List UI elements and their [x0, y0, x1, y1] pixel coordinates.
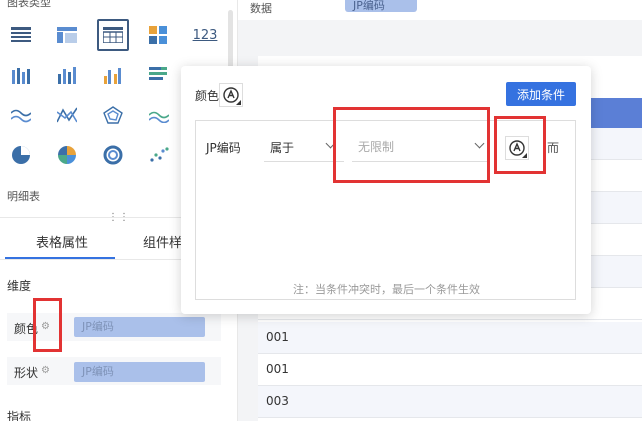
gear-icon[interactable]: ⚙	[41, 365, 50, 376]
data-label: 数据	[250, 2, 272, 15]
color-field-pill[interactable]: JP编码	[74, 317, 205, 337]
chart-types-title: 图表类型	[7, 0, 51, 9]
table-row: 003	[258, 386, 642, 418]
popup-color-label: 颜色	[195, 89, 220, 103]
kpi-card-icon[interactable]	[144, 20, 174, 50]
cross-table-icon[interactable]	[52, 20, 82, 50]
condition-note: 注：当条件冲突时，最后一个条件生效	[293, 283, 480, 296]
add-condition-button[interactable]: 添加条件	[506, 82, 576, 106]
delete-condition-icon[interactable]: 而	[547, 139, 559, 156]
stacked-bar-icon[interactable]	[144, 60, 174, 90]
color-picker-button[interactable]	[219, 83, 243, 107]
number-icon[interactable]: 123	[190, 20, 220, 50]
multi-line-icon[interactable]	[52, 100, 82, 130]
active-tab-indicator	[5, 257, 115, 259]
shape-field-pill[interactable]: JP编码	[74, 362, 205, 382]
rose-chart-icon[interactable]	[52, 140, 82, 170]
highlight-box-color	[494, 116, 546, 174]
radar-icon[interactable]	[98, 100, 128, 130]
table-row: 001	[258, 322, 642, 354]
condition-field-label: JP编码	[206, 141, 241, 155]
highlight-box-value	[333, 107, 490, 183]
dimension-title: 维度	[7, 279, 32, 293]
scatter-icon[interactable]	[144, 140, 174, 170]
detail-table-icon[interactable]	[97, 19, 129, 51]
column-chart-icon[interactable]	[52, 60, 82, 90]
data-field-pill[interactable]: JP编码	[345, 0, 417, 12]
table-row: 001	[258, 354, 642, 386]
donut-chart-icon[interactable]	[98, 140, 128, 170]
grouped-column-icon[interactable]	[98, 60, 128, 90]
highlight-box-gear	[33, 298, 62, 352]
selected-type-label: 明细表	[7, 190, 40, 203]
color-condition-popup: 颜色 添加条件 JP编码 属于 无限制 而 注：当条件冲突时，最后一个条件生效	[181, 66, 591, 314]
pie-chart-icon[interactable]	[6, 140, 36, 170]
shape-row-label: 形状	[14, 366, 39, 380]
area-chart-icon[interactable]	[144, 100, 174, 130]
tab-table-properties[interactable]: 表格属性	[36, 232, 88, 251]
tab-component-style[interactable]: 组件样	[143, 232, 182, 251]
table-icon[interactable]	[6, 20, 36, 50]
line-chart-icon[interactable]	[6, 100, 36, 130]
indicator-title: 指标	[7, 410, 32, 421]
dropdown-corner-icon	[236, 100, 241, 105]
data-row: 数据 JP编码	[238, 0, 642, 20]
operator-underline	[264, 161, 344, 162]
operator-select[interactable]: 属于	[270, 139, 294, 156]
stacked-column-icon[interactable]	[6, 60, 36, 90]
